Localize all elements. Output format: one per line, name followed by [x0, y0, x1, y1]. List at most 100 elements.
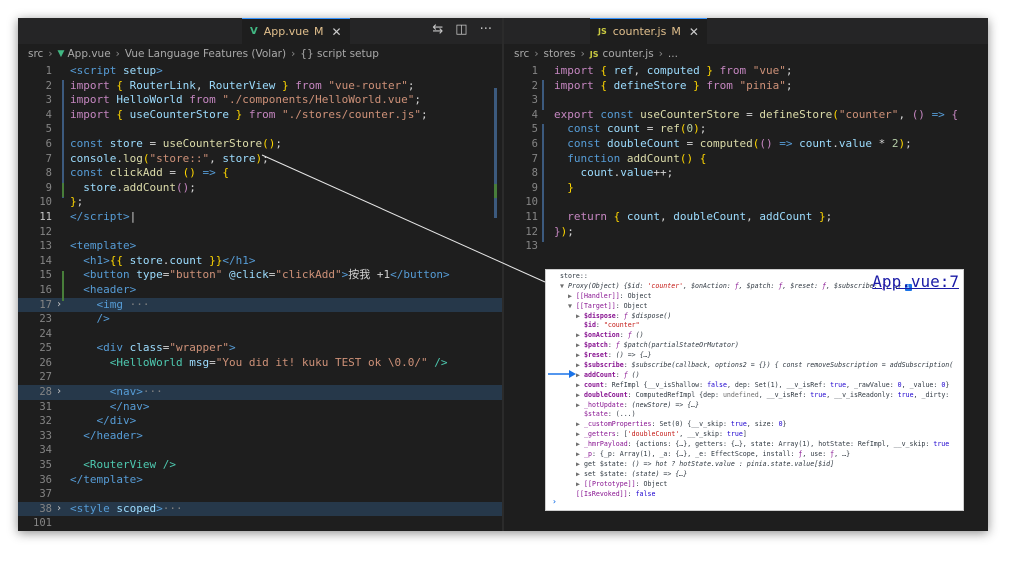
breadcrumb-symbol[interactable]: {} script setup: [300, 48, 379, 60]
breadcrumb-folder[interactable]: stores: [544, 48, 576, 60]
console-entry[interactable]: ▶ set $state: (state) => {…}: [546, 470, 963, 480]
code-line[interactable]: 16 <header>: [18, 283, 502, 298]
code-line[interactable]: 12});: [504, 225, 988, 240]
code-line[interactable]: 8 const clickAdd = () => {: [18, 166, 502, 181]
code-line[interactable]: 17 › <img ···: [18, 297, 502, 313]
code-line[interactable]: 7 console.log("store::", store);: [18, 152, 502, 167]
expand-right-icon[interactable]: ▶: [576, 341, 584, 351]
code-line[interactable]: 15 <button type="button" @click="clickAd…: [18, 268, 502, 283]
console-entry[interactable]: ▶ $onAction: ƒ (): [546, 331, 963, 341]
console-entry[interactable]: ▶ _hotUpdate: (newStore) => {…}: [546, 401, 963, 411]
code-line[interactable]: 34: [18, 443, 502, 458]
expand-right-icon[interactable]: ▶: [576, 331, 584, 341]
code-line[interactable]: 2 import { defineStore } from "pinia";: [504, 79, 988, 94]
code-line[interactable]: 12: [18, 225, 502, 240]
console-entry[interactable]: ▶ _p: {_p: Array(1), _a: {…}, _e: EffectS…: [546, 450, 963, 460]
compare-changes-icon[interactable]: ⇆: [432, 22, 443, 37]
more-actions-icon[interactable]: ···: [480, 22, 492, 37]
expand-down-icon[interactable]: ▼: [560, 282, 568, 292]
fold-chevron-icon[interactable]: ›: [56, 502, 62, 517]
code-line[interactable]: 2 import { RouterLink, RouterView } from …: [18, 79, 502, 94]
code-line[interactable]: 9 }: [504, 181, 988, 196]
code-line[interactable]: 1 <script setup>: [18, 64, 502, 79]
code-line[interactable]: 4 import { useCounterStore } from "./stor…: [18, 108, 502, 123]
console-entry[interactable]: ▶ $reset: () => {…}: [546, 351, 963, 361]
expand-right-icon[interactable]: ▶: [576, 440, 584, 450]
expand-right-icon[interactable]: ▶: [576, 391, 584, 401]
code-line[interactable]: 11 </script>|: [18, 210, 502, 225]
code-line[interactable]: 1 import { ref, computed } from "vue";: [504, 64, 988, 79]
console-entry[interactable]: ▶ $subscribe: $subscribe(callback, option…: [546, 361, 963, 371]
scrollbar-left[interactable]: [492, 64, 502, 531]
expand-right-icon[interactable]: ▶: [576, 371, 584, 381]
console-entry[interactable]: ▶ [[Handler]]: Object: [546, 292, 963, 302]
code-line[interactable]: 37: [18, 487, 502, 502]
console-entry[interactable]: ▶ _hmrPayload: {actions: {…}, getters: {……: [546, 440, 963, 450]
code-line[interactable]: 10: [504, 195, 988, 210]
tab-app-vue[interactable]: V App.vue M ✕: [242, 18, 350, 44]
expand-right-icon[interactable]: ▶: [576, 351, 584, 361]
code-line[interactable]: 31 </nav>: [18, 400, 502, 415]
code-line[interactable]: 9 store.addCount();: [18, 181, 502, 196]
code-line[interactable]: 14 <h1>{{ store.count }}</h1>: [18, 254, 502, 269]
code-line[interactable]: 27: [18, 370, 502, 385]
fold-chevron-icon[interactable]: ›: [56, 385, 62, 400]
code-line[interactable]: 13 <template>: [18, 239, 502, 254]
code-editor-right[interactable]: 1 import { ref, computed } from "vue"; 2 im…: [504, 64, 988, 254]
code-line[interactable]: 6 const doubleCount = computed(() => cou…: [504, 137, 988, 152]
code-line[interactable]: 3 import HelloWorld from "./components/He…: [18, 93, 502, 108]
close-icon[interactable]: ✕: [332, 25, 342, 39]
close-icon[interactable]: ✕: [689, 25, 699, 39]
expand-right-icon[interactable]: ▶: [576, 460, 584, 470]
expand-right-icon[interactable]: ▶: [568, 292, 576, 302]
console-entry[interactable]: ▶ addCount: ƒ (): [546, 371, 963, 381]
tab-counter-js[interactable]: JS counter.js M ✕: [590, 18, 707, 44]
breadcrumb-symbol[interactable]: ...: [668, 48, 678, 60]
console-entry[interactable]: ▶ $patch: ƒ $patch(partialStateOrMutator): [546, 341, 963, 351]
console-entry[interactable]: ▶ _getters: ['doubleCount', __v_skip: tru…: [546, 430, 963, 440]
code-line[interactable]: 25 <div class="wrapper">: [18, 341, 502, 356]
console-entry[interactable]: ▼ [[Target]]: Object: [546, 302, 963, 312]
code-editor-left[interactable]: 1 <script setup> 2 import { RouterLink, Rou…: [18, 64, 502, 531]
breadcrumb-file[interactable]: counter.js: [603, 48, 654, 60]
expand-right-icon[interactable]: ▶: [576, 480, 584, 490]
code-line[interactable]: 23 />: [18, 312, 502, 327]
console-entry[interactable]: ▶ _customProperties: Set(0) {__v_skip: tr…: [546, 420, 963, 430]
code-line[interactable]: 32 </div>: [18, 414, 502, 429]
expand-right-icon[interactable]: ▶: [576, 430, 584, 440]
breadcrumb-src[interactable]: src: [28, 48, 43, 60]
code-line[interactable]: 11 return { count, doubleCount, addCount…: [504, 210, 988, 225]
breadcrumb-language[interactable]: Vue Language Features (Volar): [125, 48, 286, 60]
expand-right-icon[interactable]: ▶: [576, 312, 584, 322]
expand-right-icon[interactable]: ▶: [576, 470, 584, 480]
console-entry[interactable]: ▶ count: RefImpl {__v_isShallow: false, d…: [546, 381, 963, 391]
code-line[interactable]: 38 › <style scoped>···: [18, 501, 502, 517]
code-line[interactable]: 26 <HelloWorld msg="You did it! kuku TES…: [18, 356, 502, 371]
code-line[interactable]: 35 <RouterView />: [18, 458, 502, 473]
code-line[interactable]: 33 </header>: [18, 429, 502, 444]
console-entry[interactable]: ▶ $dispose: ƒ $dispose(): [546, 312, 963, 322]
code-line[interactable]: 3: [504, 93, 988, 108]
console-prompt[interactable]: ›: [552, 489, 557, 508]
code-line[interactable]: 7 function addCount() {: [504, 152, 988, 167]
code-line[interactable]: 8 count.value++;: [504, 166, 988, 181]
code-line[interactable]: 28 › <nav>···: [18, 385, 502, 400]
breadcrumb-src[interactable]: src: [514, 48, 529, 60]
console-entry[interactable]: ▶ [[Prototype]]: Object: [546, 480, 963, 490]
code-line[interactable]: 101: [18, 516, 502, 531]
code-line[interactable]: 10};: [18, 195, 502, 210]
code-line[interactable]: 5 const count = ref(0);: [504, 122, 988, 137]
expand-right-icon[interactable]: ▶: [576, 381, 584, 391]
expand-right-icon[interactable]: ▶: [576, 361, 584, 371]
code-line[interactable]: 36 </template>: [18, 473, 502, 488]
code-line[interactable]: 4 export const useCounterStore = defineSt…: [504, 108, 988, 123]
split-editor-icon[interactable]: ◫: [455, 22, 467, 37]
console-entry[interactable]: ▶ doubleCount: ComputedRefImpl {dep: unde…: [546, 391, 963, 401]
code-line[interactable]: 24: [18, 327, 502, 342]
source-link[interactable]: App.vue:7: [872, 272, 959, 291]
expand-right-icon[interactable]: ▶: [576, 401, 584, 411]
expand-right-icon[interactable]: ▶: [576, 450, 584, 460]
expand-down-icon[interactable]: ▼: [568, 302, 576, 312]
code-line[interactable]: 13: [504, 239, 988, 254]
console-entry[interactable]: ▶ get $state: () => hot ? hotState.value …: [546, 460, 963, 470]
